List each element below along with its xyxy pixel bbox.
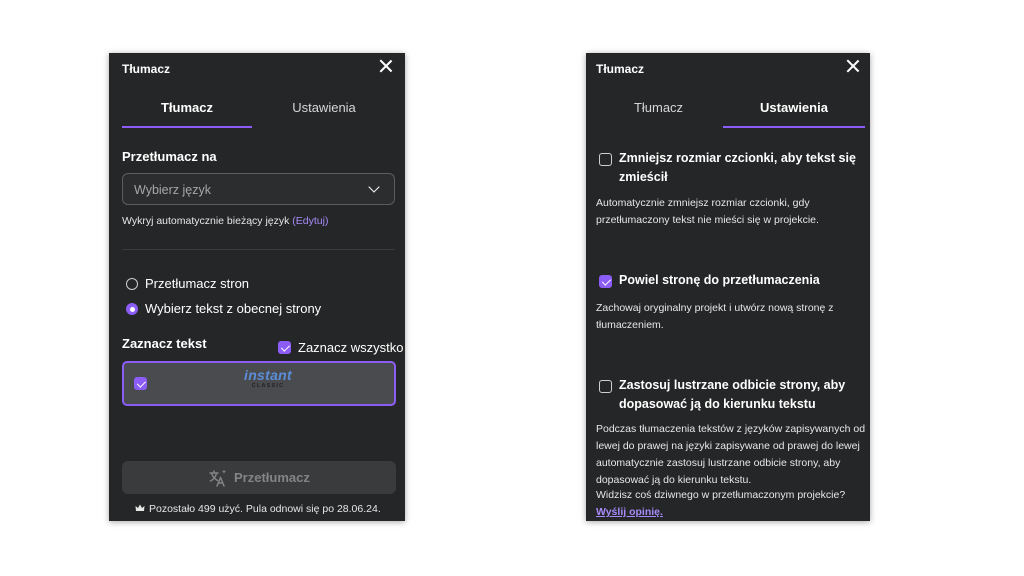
shrink-font-title[interactable]: Zmniejsz rozmiar czcionki, aby tekst się…: [619, 149, 864, 187]
tab-translate[interactable]: Tłumacz: [596, 100, 721, 126]
radio-select-text-label[interactable]: Wybierz tekst z obecnej strony: [145, 301, 321, 316]
shrink-font-checkbox[interactable]: [599, 153, 612, 166]
usage-footer-text: Pozostało 499 użyć. Pula odnowi się po 2…: [149, 503, 381, 515]
page-checkbox[interactable]: [134, 377, 147, 390]
translate-button-label: Przetłumacz: [234, 470, 310, 485]
feedback-section: Widzisz coś dziwnego w przetłumaczonym p…: [596, 487, 868, 521]
close-icon[interactable]: [378, 58, 394, 74]
feedback-question: Widzisz coś dziwnego w przetłumaczonym p…: [596, 489, 846, 501]
detect-language-label: Wykryj automatycznie bieżący język: [122, 215, 290, 227]
radio-select-text[interactable]: [126, 303, 138, 315]
radio-translate-pages-label[interactable]: Przetłumacz stron: [145, 276, 249, 291]
panel-title: Tłumacz: [122, 62, 171, 76]
mirror-page-description: Podczas tłumaczenia tekstów z języków za…: [596, 423, 866, 486]
usage-footer: Pozostało 499 użyć. Pula odnowi się po 2…: [135, 503, 381, 515]
translate-to-label: Przetłumacz na: [122, 149, 217, 164]
duplicate-page-description: Zachowaj oryginalny projekt i utwórz now…: [596, 302, 834, 331]
translate-icon: [209, 469, 226, 487]
edit-link[interactable]: (Edytuj): [292, 215, 328, 227]
shrink-font-description: Automatycznie zmniejsz rozmiar czcionki,…: [596, 197, 819, 226]
translator-panel-translate: Tłumacz Tłumacz Ustawienia Przetłumacz n…: [109, 53, 405, 521]
logo-sub-text: CLASSIC: [251, 383, 285, 389]
translator-panel-settings: Tłumacz Tłumacz Ustawienia Zmniejsz rozm…: [586, 53, 870, 521]
tab-settings[interactable]: Ustawienia: [259, 100, 389, 126]
panel-title: Tłumacz: [596, 62, 645, 76]
tab-settings[interactable]: Ustawienia: [723, 100, 865, 128]
language-select-placeholder: Wybierz język: [134, 183, 211, 197]
close-icon[interactable]: [845, 58, 861, 74]
feedback-link[interactable]: Wyślij opinię.: [596, 506, 663, 518]
chevron-down-icon: [368, 181, 380, 193]
language-select[interactable]: Wybierz język: [122, 173, 395, 205]
page-thumbnail-card[interactable]: instant CLASSIC: [122, 361, 396, 406]
mirror-page-checkbox[interactable]: [599, 380, 612, 393]
select-all-label[interactable]: Zaznacz wszystko: [298, 340, 403, 355]
select-text-label: Zaznacz tekst: [122, 336, 207, 351]
tab-translate[interactable]: Tłumacz: [122, 100, 252, 128]
crown-icon: [135, 504, 145, 511]
mirror-page-title[interactable]: Zastosuj lustrzane odbicie strony, aby d…: [619, 376, 864, 414]
duplicate-page-title[interactable]: Powiel stronę do przetłumaczenia: [619, 271, 864, 290]
logo-main-text: instant: [244, 367, 292, 383]
instant-classic-logo: instant CLASSIC: [244, 368, 292, 390]
duplicate-page-checkbox[interactable]: [599, 275, 612, 288]
radio-translate-pages[interactable]: [126, 278, 138, 290]
divider: [122, 249, 395, 250]
translate-button[interactable]: Przetłumacz: [122, 461, 396, 494]
select-all-checkbox[interactable]: [278, 341, 291, 354]
detect-language-text: Wykryj automatycznie bieżący język (Edyt…: [122, 215, 328, 227]
